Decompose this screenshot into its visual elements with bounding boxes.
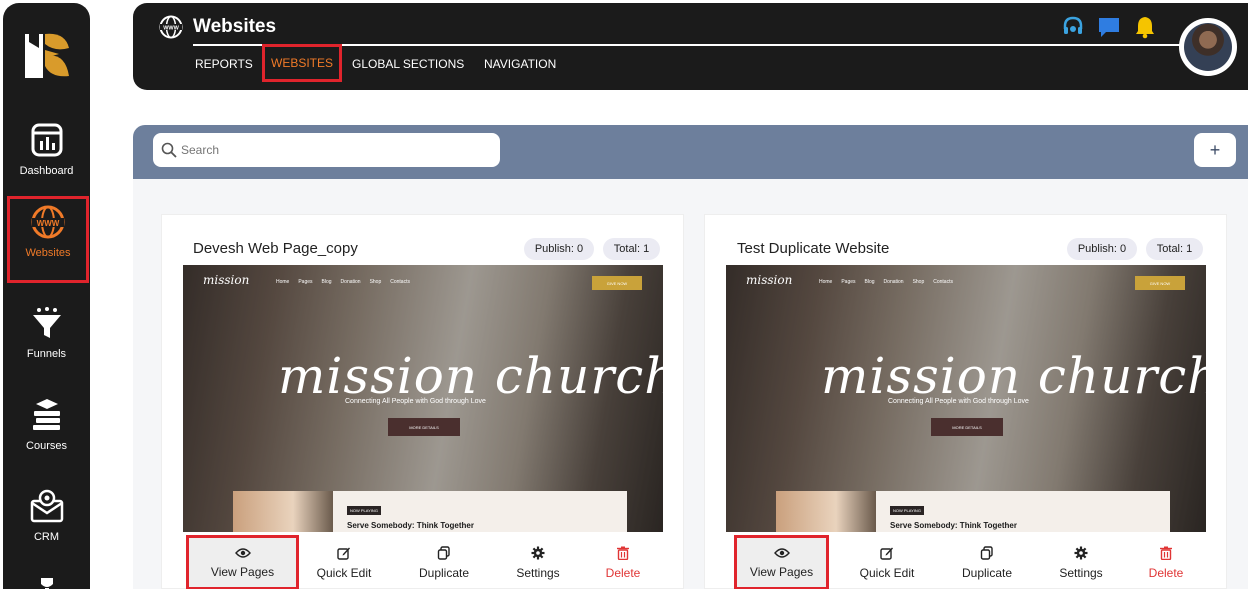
view-pages-button[interactable]: View Pages (186, 535, 299, 589)
app-root: Dashboard WWW Websites Funnels Courses C… (0, 0, 1248, 589)
thumb-headline: mission church (278, 347, 663, 405)
trash-icon (617, 546, 629, 560)
website-card: Devesh Web Page_copy Publish: 0 Total: 1… (161, 214, 684, 589)
publish-badge: Publish: 0 (524, 238, 594, 260)
headset-icon[interactable] (1061, 15, 1085, 39)
tab-reports[interactable]: REPORTS (195, 57, 253, 71)
view-pages-button[interactable]: View Pages (734, 535, 829, 589)
toolbar-band: + (133, 125, 1248, 179)
thumb-logo: mission (746, 273, 793, 287)
avatar[interactable] (1179, 18, 1237, 76)
sidebar-item-funnels[interactable]: Funnels (3, 300, 90, 384)
thumb-nav: Home Pages Blog Donation Shop Contacts (276, 279, 410, 285)
eye-icon (234, 548, 251, 558)
duplicate-button[interactable]: Duplicate (411, 534, 477, 589)
thumb-now-playing: NOW PLAYING Serve Somebody: Think Togeth… (876, 491, 1170, 532)
edit-icon (337, 547, 350, 560)
copy-icon (437, 546, 450, 560)
website-card: Test Duplicate Website Publish: 0 Total:… (704, 214, 1227, 589)
total-badge: Total: 1 (1146, 238, 1203, 260)
website-thumbnail[interactable]: mission Home Pages Blog Donation Shop Co… (726, 265, 1206, 532)
edit-icon (880, 547, 893, 560)
books-icon (32, 399, 60, 430)
dashboard-icon (31, 123, 62, 157)
thumb-more-button: MORE DETAILS (931, 418, 1003, 436)
website-thumbnail[interactable]: mission Home Pages Blog Donation Shop Co… (183, 265, 663, 532)
gear-icon (531, 546, 545, 560)
search-icon (161, 142, 177, 158)
header-divider (193, 44, 1193, 46)
funnel-icon (32, 307, 61, 338)
thumb-more-button: MORE DETAILS (388, 418, 460, 436)
search-box (153, 133, 500, 167)
svg-text:WWW: WWW (163, 26, 179, 32)
gear-icon (1074, 546, 1088, 560)
settings-button[interactable]: Settings (505, 534, 571, 589)
card-actions: View Pages Quick Edit Duplicate Settings… (183, 534, 663, 589)
sidebar-item-label: Websites (25, 247, 71, 259)
top-bar: WWW Websites REPORTS WEBSITES GLOBAL SEC… (133, 3, 1248, 90)
quick-edit-button[interactable]: Quick Edit (854, 534, 920, 589)
sidebar-item-label: CRM (33, 531, 60, 543)
card-actions: View Pages Quick Edit Duplicate Settings… (726, 534, 1206, 589)
thumb-give-button: GIVE NOW (592, 276, 642, 290)
thumb-photo (233, 491, 333, 532)
thumb-nav: Home Pages Blog Donation Shop Contacts (819, 279, 953, 285)
page-header: WWW Websites (159, 15, 276, 39)
trash-icon (1160, 546, 1172, 560)
sidebar-item-label: Dashboard (19, 165, 74, 177)
bell-icon[interactable] (1133, 15, 1157, 39)
tab-websites[interactable]: WEBSITES (262, 44, 343, 82)
thumb-logo: mission (203, 273, 250, 287)
www-globe-icon: WWW (31, 205, 65, 239)
sidebar: Dashboard WWW Websites Funnels Courses C… (3, 3, 90, 589)
quick-edit-button[interactable]: Quick Edit (311, 534, 377, 589)
total-badge: Total: 1 (603, 238, 660, 260)
sidebar-item-websites[interactable]: WWW Websites (7, 196, 89, 283)
publish-badge: Publish: 0 (1067, 238, 1137, 260)
delete-button[interactable]: Delete (590, 534, 656, 589)
svg-text:WWW: WWW (37, 219, 60, 228)
sidebar-item-crm[interactable]: CRM (3, 483, 90, 567)
tab-global-sections[interactable]: GLOBAL SECTIONS (352, 57, 464, 71)
thumb-tagline: Connecting All People with God through L… (888, 398, 1029, 405)
eye-icon (773, 548, 790, 558)
thumb-now-playing: NOW PLAYING Serve Somebody: Think Togeth… (333, 491, 627, 532)
thumb-give-button: GIVE NOW (1135, 276, 1185, 290)
thumb-photo (776, 491, 876, 532)
copy-icon (980, 546, 993, 560)
sidebar-item-label: Courses (26, 440, 67, 452)
add-website-button[interactable]: + (1194, 133, 1236, 167)
thumb-headline: mission church (821, 347, 1206, 405)
thumb-tagline: Connecting All People with God through L… (345, 398, 486, 405)
crm-envelope-icon (30, 489, 63, 523)
brand-logo-icon[interactable] (25, 30, 71, 80)
trophy-icon[interactable] (36, 576, 58, 589)
duplicate-button[interactable]: Duplicate (954, 534, 1020, 589)
search-input[interactable] (181, 143, 481, 157)
card-title: Devesh Web Page_copy (193, 240, 358, 257)
sidebar-item-courses[interactable]: Courses (3, 392, 90, 476)
settings-button[interactable]: Settings (1048, 534, 1114, 589)
tab-navigation[interactable]: NAVIGATION (484, 57, 556, 71)
www-globe-icon: WWW (159, 15, 183, 39)
card-title: Test Duplicate Website (737, 240, 890, 257)
sidebar-item-label: Funnels (26, 348, 67, 360)
page-title: Websites (193, 16, 277, 37)
avatar-photo (1184, 23, 1232, 71)
sidebar-item-dashboard[interactable]: Dashboard (3, 117, 90, 201)
delete-button[interactable]: Delete (1133, 534, 1199, 589)
chat-icon[interactable] (1097, 15, 1121, 39)
